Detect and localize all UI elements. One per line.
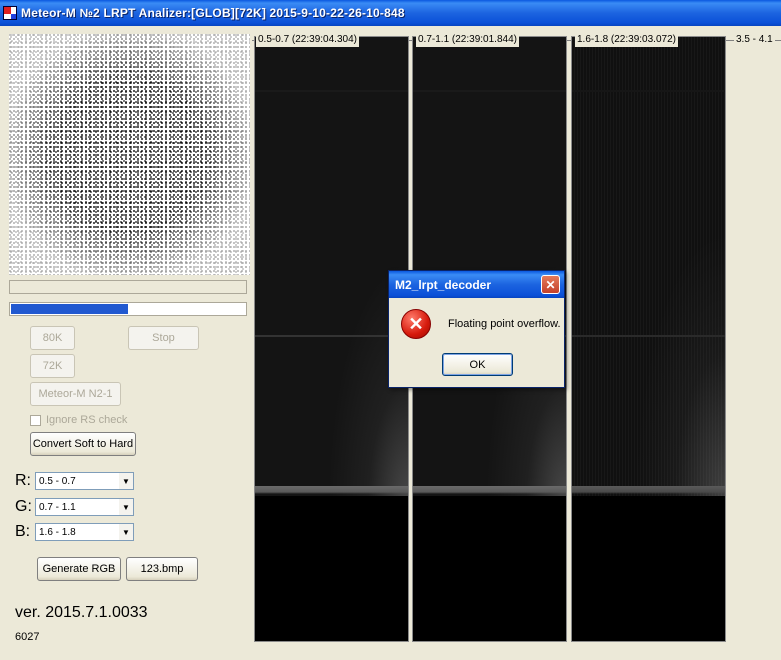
rgb-label-r: R: xyxy=(15,472,31,489)
rgb-row-g: G: 0.7 - 1.1 ▼ xyxy=(15,498,134,516)
channel-view-1[interactable] xyxy=(254,36,409,642)
channel-image-3 xyxy=(572,37,725,641)
b-channel-value: 1.6 - 1.8 xyxy=(39,526,76,538)
meteor-m-n2-1-button[interactable]: Meteor-M N2-1 xyxy=(30,382,121,406)
status-bar xyxy=(9,280,247,294)
ignore-rs-label: Ignore RS check xyxy=(46,414,128,426)
r-channel-select[interactable]: 0.5 - 0.7 ▼ xyxy=(35,472,134,490)
dialog-message: Floating point overflow. xyxy=(448,318,561,330)
bmp-file-button[interactable]: 123.bmp xyxy=(126,557,198,581)
progress-fill xyxy=(11,304,128,314)
window-title: Meteor-M №2 LRPT Analizer:[GLOB][72K] 20… xyxy=(21,6,405,20)
ok-button[interactable]: OK xyxy=(442,353,513,376)
ignore-rs-checkbox[interactable] xyxy=(30,414,41,426)
channel-label-3: 1.6-1.8 (22:39:03.072) xyxy=(575,33,678,47)
rgb-label-b: B: xyxy=(15,523,31,540)
b-channel-select[interactable]: 1.6 - 1.8 ▼ xyxy=(35,523,134,541)
channel-label-2: 0.7-1.1 (22:39:01.844) xyxy=(416,33,519,47)
convert-soft-to-hard-button[interactable]: Convert Soft to Hard xyxy=(30,432,136,456)
dialog-titlebar[interactable]: M2_lrpt_decoder ✕ xyxy=(389,271,564,298)
version-text: ver. 2015.7.1.0033 xyxy=(15,604,148,621)
channel-image-1 xyxy=(255,37,408,641)
g-channel-value: 0.7 - 1.1 xyxy=(39,501,76,513)
chevron-down-icon[interactable]: ▼ xyxy=(118,499,133,515)
left-panel: 80K Stop 72K Meteor-M N2-1 Ignore RS che… xyxy=(0,26,252,660)
channel-label-4: 3.5 - 4.1 xyxy=(734,33,775,47)
channel-label-1: 0.5-0.7 (22:39:04.304) xyxy=(256,33,359,47)
g-channel-select[interactable]: 0.7 - 1.1 ▼ xyxy=(35,498,134,516)
ignore-rs-check[interactable]: Ignore RS check xyxy=(30,414,127,426)
app-icon xyxy=(3,6,17,20)
window-titlebar[interactable]: Meteor-M №2 LRPT Analizer:[GLOB][72K] 20… xyxy=(0,0,781,26)
channel-view-3[interactable] xyxy=(571,36,726,642)
chevron-down-icon[interactable]: ▼ xyxy=(118,524,133,540)
error-dialog: M2_lrpt_decoder ✕ ✕ Floating point overf… xyxy=(388,270,565,388)
constellation-preview xyxy=(9,34,250,275)
72k-button[interactable]: 72K xyxy=(30,354,75,378)
generate-rgb-button[interactable]: Generate RGB xyxy=(37,557,121,581)
r-channel-value: 0.5 - 0.7 xyxy=(39,475,76,487)
progress-bar xyxy=(9,302,247,316)
80k-button[interactable]: 80K xyxy=(30,326,75,350)
rgb-row-r: R: 0.5 - 0.7 ▼ xyxy=(15,472,134,490)
chevron-down-icon[interactable]: ▼ xyxy=(118,473,133,489)
dialog-title: M2_lrpt_decoder xyxy=(395,277,492,292)
close-icon[interactable]: ✕ xyxy=(541,275,560,294)
build-number: 6027 xyxy=(15,631,40,643)
rgb-row-b: B: 1.6 - 1.8 ▼ xyxy=(15,523,134,541)
rgb-label-g: G: xyxy=(15,498,32,515)
stop-button[interactable]: Stop xyxy=(128,326,199,350)
error-icon: ✕ xyxy=(401,309,431,339)
